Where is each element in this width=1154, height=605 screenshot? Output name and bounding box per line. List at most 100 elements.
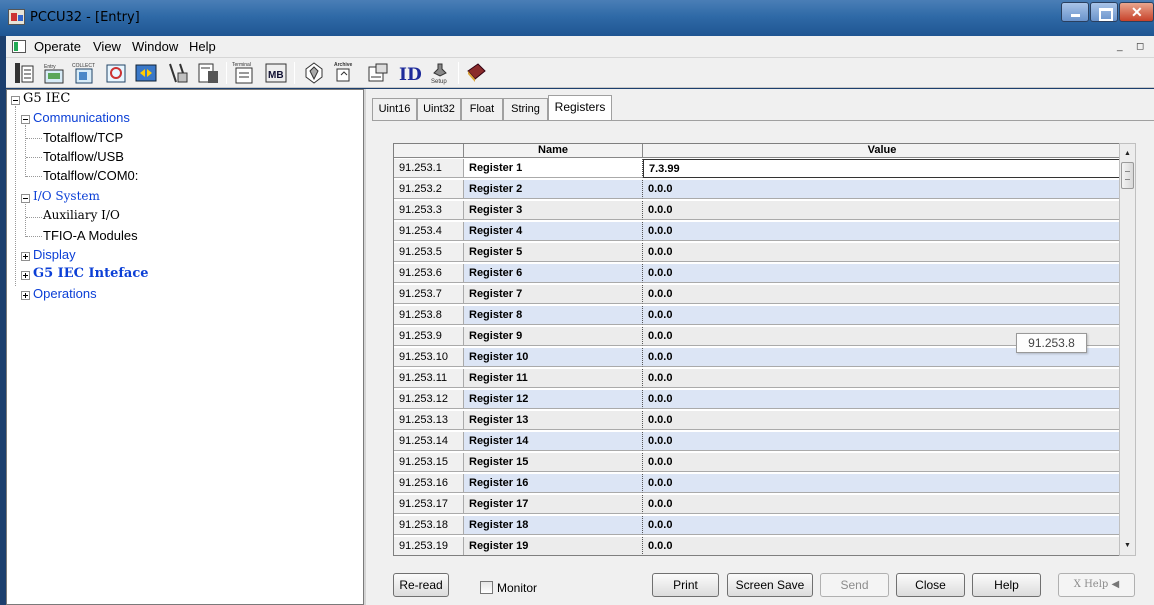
table-row[interactable]: 91.253.16 Register 16 0.0.0 (394, 474, 1119, 493)
table-row[interactable]: 91.253.11 Register 11 0.0.0 (394, 369, 1119, 388)
register-value-cell[interactable]: 0.0.0 (643, 432, 1119, 451)
register-value-cell[interactable]: 0.0.0 (643, 201, 1119, 220)
book-icon[interactable] (464, 61, 488, 85)
register-value-cell[interactable]: 0.0.0 (643, 516, 1119, 535)
tab-uint32[interactable]: Uint32 (417, 98, 461, 120)
register-value-cell[interactable]: 0.0.0 (643, 453, 1119, 472)
scroll-up-arrow-icon[interactable]: ▲ (1124, 150, 1131, 157)
menu-operate[interactable]: Operate (34, 39, 81, 54)
tools-icon[interactable] (166, 61, 190, 85)
tree-item-auxiliary-io[interactable]: Auxiliary I/O (43, 208, 120, 222)
register-value-cell[interactable]: 0.0.0 (643, 180, 1119, 199)
table-row[interactable]: 91.253.18 Register 18 0.0.0 (394, 516, 1119, 535)
table-row[interactable]: 91.253.10 Register 10 0.0.0 (394, 348, 1119, 367)
register-value-cell[interactable]: 0.0.0 (643, 495, 1119, 514)
tree-item-g5-iec-interface[interactable]: G5 IEC Inteface (33, 266, 149, 281)
calibrate-icon[interactable]: COLLECT (72, 61, 96, 85)
entry-icon[interactable] (12, 61, 36, 85)
gear-icon[interactable] (302, 61, 326, 85)
tab-string[interactable]: String (503, 98, 548, 120)
close-window-button[interactable] (1119, 2, 1154, 22)
scrollbar-thumb[interactable] (1121, 162, 1134, 189)
trend-icon[interactable] (104, 61, 128, 85)
close-button[interactable]: Close (896, 573, 965, 597)
setup-icon[interactable]: Setup (428, 61, 452, 85)
collect-icon[interactable]: Entry (42, 61, 66, 85)
table-row[interactable]: 91.253.9 Register 9 0.0.0 (394, 327, 1119, 346)
header-name[interactable]: Name (464, 144, 643, 158)
tab-registers[interactable]: Registers (548, 95, 612, 121)
register-name-cell: Register 7 (464, 285, 643, 304)
menu-help[interactable]: Help (189, 39, 216, 54)
tree-item-display[interactable]: Display (33, 247, 76, 262)
export-icon[interactable] (366, 61, 390, 85)
grid-scrollbar[interactable]: ▲ ▼ (1119, 143, 1136, 556)
table-row[interactable]: 91.253.5 Register 5 0.0.0 (394, 243, 1119, 262)
refresh-icon[interactable] (134, 61, 158, 85)
table-row[interactable]: 91.253.7 Register 7 0.0.0 (394, 285, 1119, 304)
register-value-cell[interactable]: 7.3.99 (643, 159, 1119, 178)
tree-item-totalflow-tcp[interactable]: Totalflow/TCP (43, 130, 123, 145)
table-row[interactable]: 91.253.4 Register 4 0.0.0 (394, 222, 1119, 241)
register-value-cell[interactable]: 0.0.0 (643, 411, 1119, 430)
table-row[interactable]: 91.253.1 Register 1 7.3.99 (394, 159, 1119, 178)
register-value-cell[interactable]: 0.0.0 (643, 537, 1119, 555)
tree-item-io-system[interactable]: I/O System (33, 189, 100, 203)
table-row[interactable]: 91.253.3 Register 3 0.0.0 (394, 201, 1119, 220)
scroll-down-arrow-icon[interactable]: ▼ (1124, 542, 1131, 549)
tree-item-communications[interactable]: Communications (33, 110, 130, 125)
archive-icon[interactable]: Archive (334, 61, 358, 85)
register-value-cell[interactable]: 0.0.0 (643, 264, 1119, 283)
screen-save-button[interactable]: Screen Save (727, 573, 813, 597)
menu-window[interactable]: Window (132, 39, 178, 54)
pccu-app-icon[interactable] (8, 9, 25, 25)
help-button[interactable]: Help (972, 573, 1041, 597)
modbus-icon[interactable]: MB (264, 61, 288, 85)
expand-toggle-operations[interactable] (21, 291, 30, 300)
header-value[interactable]: Value (643, 144, 1119, 158)
expand-toggle-g5-iec-interface[interactable] (21, 271, 30, 280)
tree-item-tfio-modules[interactable]: TFIO-A Modules (43, 228, 138, 243)
register-value-cell[interactable]: 0.0.0 (643, 474, 1119, 493)
mdi-minimize-button[interactable]: _ (1117, 41, 1123, 52)
register-value-cell[interactable]: 0.0.0 (643, 285, 1119, 304)
register-value-cell[interactable]: 0.0.0 (643, 369, 1119, 388)
tab-uint16[interactable]: Uint16 (372, 98, 417, 120)
expand-toggle-display[interactable] (21, 252, 30, 261)
table-row[interactable]: 91.253.6 Register 6 0.0.0 (394, 264, 1119, 283)
table-row[interactable]: 91.253.2 Register 2 0.0.0 (394, 180, 1119, 199)
id-icon[interactable]: ID (398, 61, 422, 85)
register-value-cell[interactable]: 0.0.0 (643, 306, 1119, 325)
table-row[interactable]: 91.253.19 Register 19 0.0.0 (394, 537, 1119, 555)
report-icon[interactable] (196, 61, 220, 85)
tree-item-totalflow-com0[interactable]: Totalflow/COM0: (43, 168, 138, 183)
table-row[interactable]: 91.253.15 Register 15 0.0.0 (394, 453, 1119, 472)
terminal-icon[interactable]: Terminal (232, 61, 256, 85)
tree-item-totalflow-usb[interactable]: Totalflow/USB (43, 149, 124, 164)
register-value-cell[interactable]: 0.0.0 (643, 243, 1119, 262)
register-value-cell[interactable]: 0.0.0 (643, 222, 1119, 241)
collapse-toggle-g5-iec[interactable] (11, 96, 20, 105)
table-row[interactable]: 91.253.14 Register 14 0.0.0 (394, 432, 1119, 451)
register-value-cell[interactable]: 0.0.0 (643, 390, 1119, 409)
table-row[interactable]: 91.253.17 Register 17 0.0.0 (394, 495, 1119, 514)
tab-float[interactable]: Float (461, 98, 503, 120)
mdi-restore-button[interactable]: ◻ (1136, 41, 1144, 52)
minimize-button[interactable] (1061, 2, 1089, 22)
grid-header: Name Value (394, 144, 1119, 158)
document-icon[interactable] (12, 40, 26, 53)
tree-item-operations[interactable]: Operations (33, 286, 97, 301)
table-row[interactable]: 91.253.13 Register 13 0.0.0 (394, 411, 1119, 430)
menu-view[interactable]: View (93, 39, 121, 54)
reread-button[interactable]: Re-read (393, 573, 449, 597)
table-row[interactable]: 91.253.12 Register 12 0.0.0 (394, 390, 1119, 409)
table-row[interactable]: 91.253.8 Register 8 0.0.0 (394, 306, 1119, 325)
tree-item-g5-iec[interactable]: G5 IEC (23, 91, 70, 106)
register-id-cell: 91.253.9 (394, 327, 464, 346)
monitor-checkbox[interactable] (480, 581, 493, 594)
print-button[interactable]: Print (652, 573, 719, 597)
collapse-toggle-communications[interactable] (21, 115, 30, 124)
register-name-cell: Register 2 (464, 180, 643, 199)
collapse-toggle-io-system[interactable] (21, 194, 30, 203)
maximize-button[interactable] (1090, 2, 1118, 22)
